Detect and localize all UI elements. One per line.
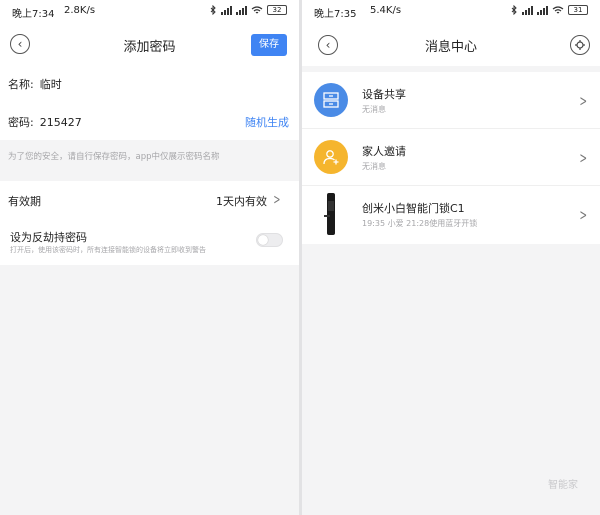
page-title: 消息中心 xyxy=(424,40,477,55)
validity-row[interactable]: 有效期 1天内有效 > xyxy=(8,192,283,209)
battery-icon: 32 xyxy=(267,5,287,15)
message-center-screen: 晚上7:35 5.4K/s 31 ‹ 消息中心 设备共享 无消息 > 家人邀请 … xyxy=(302,0,600,515)
message-title: 创米小白智能门锁C1 xyxy=(362,202,465,215)
message-subtitle: 无消息 xyxy=(362,105,386,114)
name-row[interactable]: 名称: 临时 xyxy=(8,76,289,96)
gear-icon xyxy=(575,40,585,50)
wifi-icon xyxy=(251,5,263,13)
chevron-right-icon: > xyxy=(579,206,588,224)
validity-label: 有效期 xyxy=(8,195,41,208)
nav-bar: ‹ 添加密码 保存 xyxy=(0,22,299,66)
status-time: 晚上7:35 xyxy=(314,9,357,20)
device-share-icon xyxy=(314,83,348,117)
network-speed: 2.8K/s xyxy=(64,5,96,16)
battery-level: 32 xyxy=(272,6,282,14)
duress-description: 打开后，使用该密码时，所有连接智能锁的设备将立即收到警告 xyxy=(10,246,206,254)
signal-icon-2 xyxy=(537,5,548,15)
status-bar: 晚上7:35 5.4K/s 31 xyxy=(302,0,600,22)
add-password-screen: 晚上7:34 2.8K/s 32 ‹ 添加密码 保存 名称: 临时 密码: 2154… xyxy=(0,0,299,515)
message-subtitle: 19:35 小爱 21:28使用蓝牙开锁 xyxy=(362,219,478,228)
options-card: 有效期 1天内有效 > 设为反劫持密码 打开后，使用该密码时，所有连接智能锁的设… xyxy=(0,181,299,265)
settings-button[interactable] xyxy=(570,35,590,55)
name-label: 名称: xyxy=(8,78,34,91)
wifi-icon xyxy=(552,5,564,13)
network-speed: 5.4K/s xyxy=(370,5,402,16)
status-icons: 32 xyxy=(210,5,287,15)
battery-level: 31 xyxy=(573,6,583,14)
status-time: 晚上7:34 xyxy=(12,9,55,20)
message-list: 设备共享 无消息 > 家人邀请 无消息 > 创米小白智能门锁C1 19:35 小… xyxy=(302,72,600,244)
bluetooth-icon xyxy=(210,5,216,15)
save-button[interactable]: 保存 xyxy=(251,34,287,56)
list-item[interactable]: 家人邀请 无消息 > xyxy=(302,129,600,186)
chevron-right-icon: > xyxy=(579,92,588,110)
signal-icon xyxy=(221,5,232,15)
password-input[interactable]: 215427 xyxy=(40,116,82,129)
family-invite-icon xyxy=(314,140,348,174)
chevron-right-icon: > xyxy=(273,192,281,208)
message-title: 设备共享 xyxy=(362,88,406,101)
duress-toggle[interactable] xyxy=(256,233,283,247)
name-input[interactable]: 临时 xyxy=(40,76,62,92)
bluetooth-icon xyxy=(511,5,517,15)
status-bar: 晚上7:34 2.8K/s 32 xyxy=(0,0,299,22)
nav-bar: ‹ 消息中心 xyxy=(302,22,600,66)
list-item[interactable]: 设备共享 无消息 > xyxy=(302,72,600,129)
password-form: 名称: 临时 密码: 215427 随机生成 xyxy=(0,66,299,140)
toggle-knob xyxy=(258,235,268,245)
validity-value: 1天内有效 xyxy=(216,195,267,208)
status-icons: 31 xyxy=(511,5,588,15)
chevron-right-icon: > xyxy=(579,149,588,167)
message-subtitle: 无消息 xyxy=(362,162,386,171)
security-hint: 为了您的安全，请自行保存密码，app中仅展示密码名称 xyxy=(8,152,220,162)
door-lock-icon xyxy=(324,193,335,235)
password-row[interactable]: 密码: 215427 随机生成 xyxy=(8,114,289,134)
duress-title: 设为反劫持密码 xyxy=(10,231,87,244)
signal-icon-2 xyxy=(236,5,247,15)
password-label: 密码: xyxy=(8,116,34,129)
screenshot: 晚上7:34 2.8K/s 32 ‹ 添加密码 保存 名称: 临时 密码: 2154… xyxy=(0,0,600,515)
battery-icon: 31 xyxy=(568,5,588,15)
random-generate-link[interactable]: 随机生成 xyxy=(245,114,289,130)
signal-icon xyxy=(522,5,533,15)
message-title: 家人邀请 xyxy=(362,145,406,158)
watermark: 智能家 xyxy=(548,480,578,491)
list-item[interactable]: 创米小白智能门锁C1 19:35 小爱 21:28使用蓝牙开锁 > xyxy=(302,186,600,244)
